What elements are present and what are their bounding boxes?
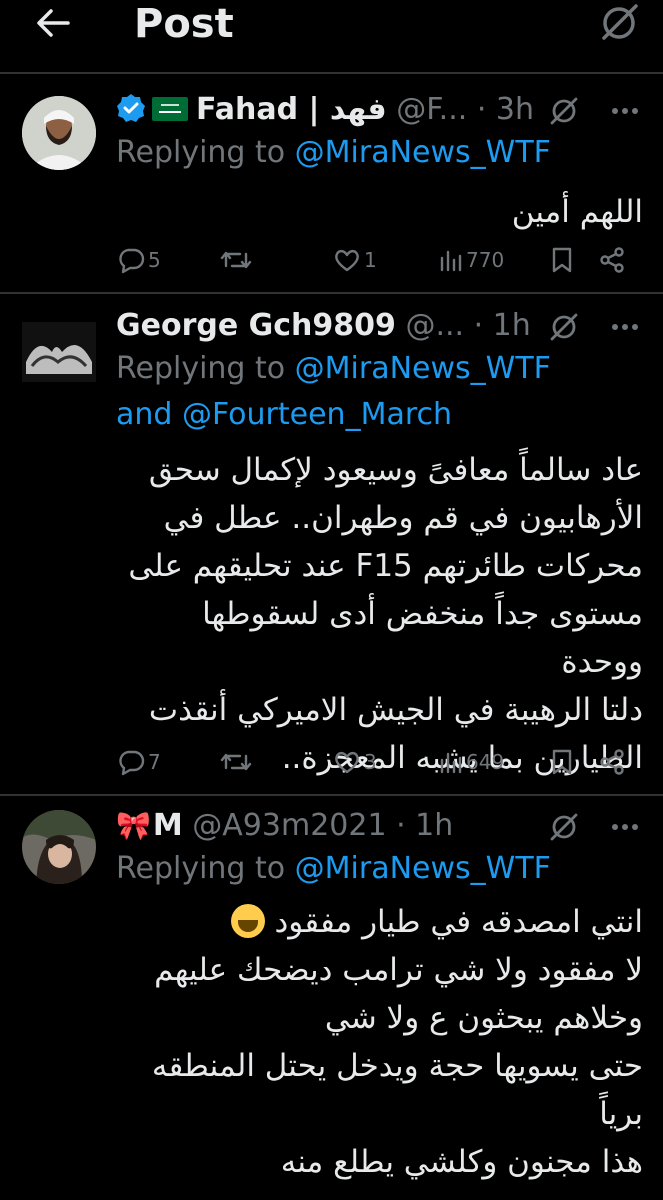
views-icon bbox=[440, 250, 462, 272]
bow-icon: 🎀 bbox=[116, 809, 151, 842]
display-name[interactable]: M bbox=[153, 808, 183, 843]
like-count: 3 bbox=[364, 750, 377, 774]
timestamp[interactable]: · 3h bbox=[477, 92, 534, 127]
user-handle[interactable]: @F... bbox=[396, 92, 467, 127]
retweet-button[interactable] bbox=[220, 242, 252, 278]
views-count: 649 bbox=[466, 750, 505, 774]
avatar[interactable] bbox=[22, 96, 96, 170]
reply-tweet[interactable]: 🎀M @A93m2021 · 1h Replying to @MiraNews_… bbox=[0, 796, 663, 1200]
reply-button[interactable]: 5 bbox=[116, 242, 161, 278]
views-icon bbox=[440, 752, 462, 774]
share-button[interactable] bbox=[598, 242, 626, 278]
timestamp[interactable]: · 1h bbox=[396, 808, 453, 843]
retweet-button[interactable] bbox=[220, 744, 252, 780]
timestamp[interactable]: · 1h bbox=[474, 308, 531, 343]
tweet-text-first-line: انتي امصدقه في طيار مفقود bbox=[274, 904, 643, 940]
views-button[interactable]: 770 bbox=[438, 242, 504, 278]
user-handle[interactable]: @... bbox=[405, 308, 464, 343]
like-button[interactable]: 3 bbox=[332, 744, 377, 780]
replying-to: Replying to @MiraNews_WTF bbox=[116, 846, 643, 892]
display-name[interactable]: Fahad | فهد bbox=[196, 92, 387, 127]
replying-prefix: Replying to bbox=[116, 351, 295, 386]
display-name[interactable]: George Gch9809 bbox=[116, 308, 396, 343]
replying-prefix: Replying to bbox=[116, 135, 295, 170]
more-icon[interactable] bbox=[612, 324, 638, 332]
bookmark-button[interactable] bbox=[550, 744, 574, 780]
mention-link[interactable]: @MiraNews_WTF bbox=[295, 851, 551, 886]
top-bar: Post bbox=[0, 0, 663, 70]
tweet-text: اللهم أمين bbox=[511, 194, 643, 230]
grok-icon[interactable] bbox=[548, 310, 580, 342]
share-icon bbox=[600, 749, 624, 775]
mention-link[interactable]: @Fourteen_March bbox=[182, 397, 452, 432]
action-bar: 5 1 770 bbox=[116, 242, 636, 278]
reply-icon bbox=[119, 750, 145, 776]
more-icon[interactable] bbox=[612, 824, 638, 832]
reply-count: 5 bbox=[148, 248, 161, 272]
mention-link[interactable]: @MiraNews_WTF bbox=[295, 135, 551, 170]
reply-tweet[interactable]: Fahad | فهد @F... · 3h Replying to @Mira… bbox=[0, 74, 663, 292]
grok-button[interactable] bbox=[598, 2, 640, 42]
retweet-icon bbox=[220, 753, 252, 771]
avatar[interactable] bbox=[22, 810, 96, 884]
grok-icon bbox=[602, 4, 638, 40]
share-icon bbox=[600, 247, 624, 273]
laughing-emoji-icon bbox=[230, 904, 265, 938]
tweet-text: عاد سالماً معافىً وسيعود لإكمال سحق الأر… bbox=[128, 452, 643, 776]
reply-icon bbox=[119, 248, 145, 274]
like-button[interactable]: 1 bbox=[332, 242, 377, 278]
user-handle[interactable]: @A93m2021 bbox=[192, 808, 386, 843]
tweet-text: لا مفقود ولا شي ترامب ديضحك عليهم وخلاهم… bbox=[151, 952, 643, 1180]
back-arrow-icon bbox=[37, 9, 70, 37]
saudi-flag-icon bbox=[152, 97, 188, 121]
mention-link[interactable]: @MiraNews_WTF bbox=[295, 351, 551, 386]
tweet-text-line: انتي امصدقه في طيار مفقود bbox=[116, 898, 643, 946]
verified-badge-icon bbox=[117, 94, 145, 122]
action-bar: 7 3 649 bbox=[116, 744, 636, 780]
bookmark-icon bbox=[552, 247, 572, 273]
reply-count: 7 bbox=[148, 750, 161, 774]
bookmark-button[interactable] bbox=[550, 242, 574, 278]
grok-icon[interactable] bbox=[548, 810, 580, 842]
avatar[interactable] bbox=[22, 322, 96, 382]
share-button[interactable] bbox=[598, 744, 626, 780]
like-icon bbox=[335, 249, 359, 272]
like-icon bbox=[335, 751, 359, 774]
reply-tweet[interactable]: George Gch9809 @... · 1h Replying to @Mi… bbox=[0, 294, 663, 794]
retweet-icon bbox=[220, 251, 252, 269]
replying-prefix: Replying to bbox=[116, 851, 295, 886]
views-count: 770 bbox=[466, 248, 505, 272]
and-text: and bbox=[116, 397, 182, 432]
page-title: Post bbox=[134, 1, 234, 47]
more-icon[interactable] bbox=[612, 108, 638, 116]
grok-icon[interactable] bbox=[548, 94, 580, 126]
replying-to: Replying to @MiraNews_WTFand @Fourteen_M… bbox=[116, 346, 643, 438]
back-button[interactable] bbox=[28, 6, 78, 40]
views-button[interactable]: 649 bbox=[438, 744, 504, 780]
bookmark-icon bbox=[552, 749, 572, 775]
like-count: 1 bbox=[364, 248, 377, 272]
replying-to: Replying to @MiraNews_WTF bbox=[116, 130, 643, 176]
reply-button[interactable]: 7 bbox=[116, 744, 161, 780]
